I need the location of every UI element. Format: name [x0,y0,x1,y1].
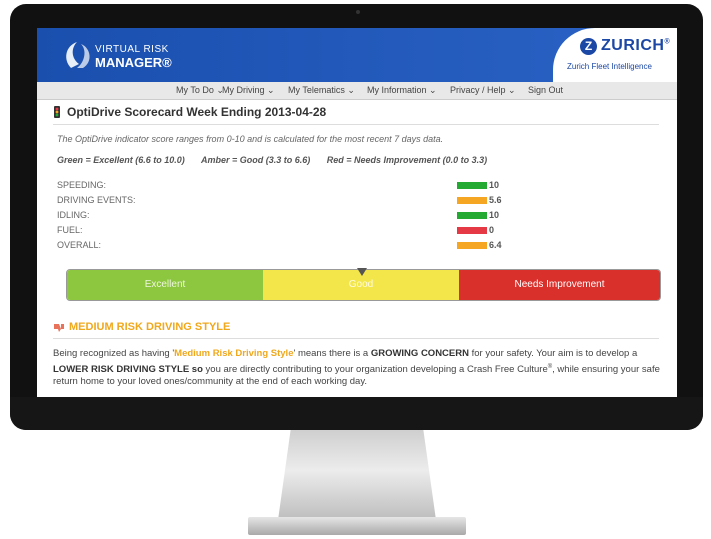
score-bar [457,212,487,219]
risk-title: MEDIUM RISK DRIVING STYLE [69,321,231,333]
score-label: SPEEDING: [57,180,107,190]
main-nav: My To Do ⌄ My Driving ⌄ My Telematics ⌄ … [37,82,677,100]
score-label: IDLING: [57,210,90,220]
nav-privacy-help[interactable]: Privacy / Help ⌄ [450,85,516,96]
legend-red: Red = Needs Improvement (0.0 to 3.3) [326,155,488,165]
score-bar [457,182,487,189]
vrm-logo-icon [66,42,90,68]
monitor-stand [278,430,436,520]
risk-paragraph: Being recognized as having 'Medium Risk … [53,348,660,388]
score-label: FUEL: [57,225,83,235]
legend-amber: Amber = Good (3.3 to 6.6) [200,155,311,165]
score-value: 10 [489,180,500,190]
score-value: 10 [489,210,500,220]
score-description: The OptiDrive indicator score ranges fro… [57,134,444,144]
zurich-brand: Z ZURICH® Zurich Fleet Intelligence [553,28,677,82]
gauge-excellent: Excellent [67,270,263,300]
page-title-row: OptiDrive Scorecard Week Ending 2013-04-… [53,104,659,125]
nav-my-driving[interactable]: My Driving ⌄ [222,85,275,96]
score-value: 6.4 [489,240,502,250]
gauge-needs-improvement: Needs Improvement [459,270,660,300]
risk-heading-row: MEDIUM RISK DRIVING STYLE [53,320,659,339]
score-bar [457,227,487,234]
score-bar [457,197,487,204]
score-label: DRIVING EVENTS: [57,195,136,205]
zurich-subtitle: Zurich Fleet Intelligence [567,62,652,71]
zurich-logo-icon: Z [580,38,597,55]
apple-logo-icon [349,402,363,418]
camera-icon [356,10,360,14]
browser-screen: VIRTUAL RISK MANAGER® Z ZURICH® Zurich F… [37,28,677,397]
gauge-pointer-icon [357,268,367,276]
zurich-name: ZURICH® [601,37,671,54]
thumbs-down-icon [54,324,64,332]
page-title: OptiDrive Scorecard Week Ending 2013-04-… [67,105,327,119]
nav-my-to-do[interactable]: My To Do ⌄ [176,85,224,96]
score-value: 5.6 [489,195,502,205]
score-legend: Green = Excellent (6.6 to 10.0) Amber = … [57,155,501,165]
header-bar: VIRTUAL RISK MANAGER® Z ZURICH® Zurich F… [37,28,677,82]
legend-green: Green = Excellent (6.6 to 10.0) [57,155,185,165]
score-bar [457,242,487,249]
monitor-base [248,517,466,535]
traffic-light-icon [54,106,60,118]
nav-my-telematics[interactable]: My Telematics ⌄ [288,85,355,96]
score-value: 0 [489,225,495,235]
nav-my-information[interactable]: My Information ⌄ [367,85,437,96]
logo-line1: VIRTUAL RISK [95,44,169,55]
logo-line2: MANAGER® [95,55,172,70]
score-label: OVERALL: [57,240,102,250]
nav-sign-out[interactable]: Sign Out [528,85,563,95]
